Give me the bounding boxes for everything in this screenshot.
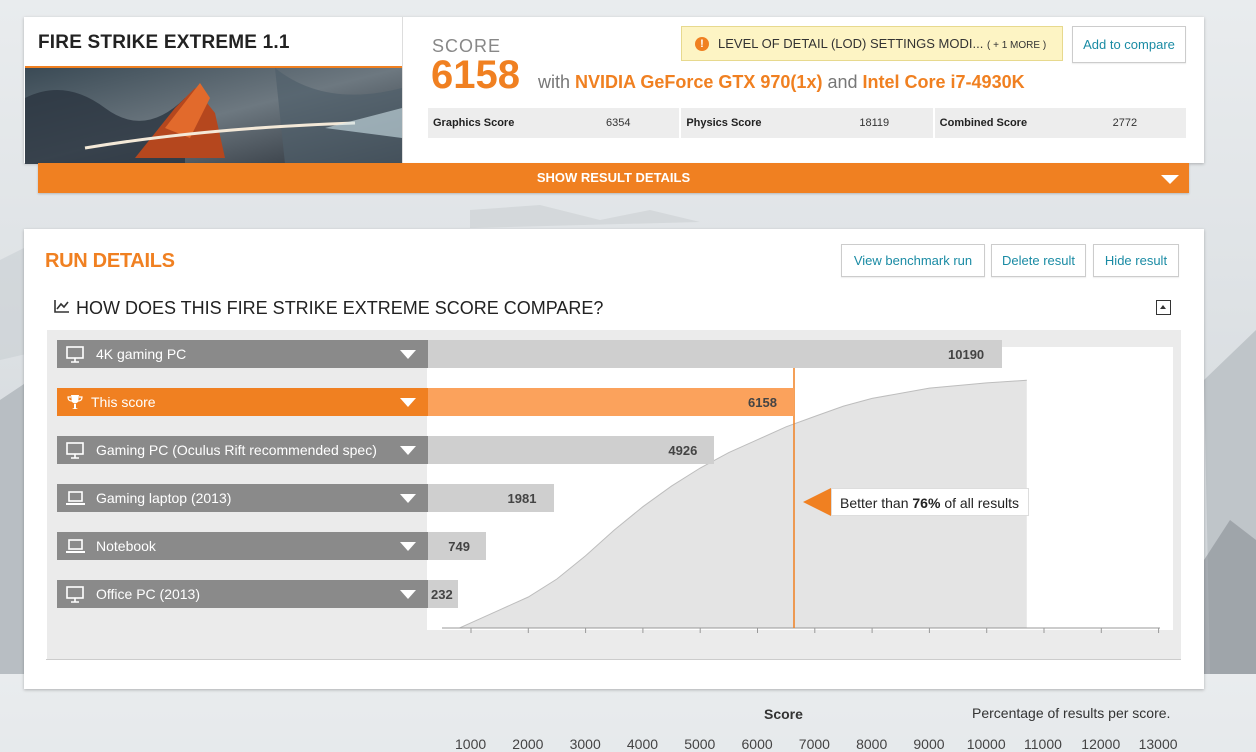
x-tick-label: 2000 [512,736,544,752]
percentile-value: 76% [912,495,941,511]
bar-value-label: 1981 [507,491,537,506]
chevron-down-icon[interactable] [400,590,416,599]
view-benchmark-run-button[interactable]: View benchmark run [841,244,985,277]
x-tick-label: 1000 [455,736,487,752]
row-name: 4K gaming PC [96,346,187,362]
comparison-row-label[interactable]: Notebook [57,532,428,560]
chevron-down-icon[interactable] [400,446,416,455]
physics-score: Physics Score 18119 [681,108,933,138]
compare-title: HOW DOES THIS FIRE STRIKE EXTREME SCORE … [76,298,604,318]
desktop-icon [66,346,84,363]
comparison-bar: 232 [428,580,458,608]
comparison-row-label[interactable]: This score [57,388,428,416]
delete-result-button[interactable]: Delete result [991,244,1086,277]
distribution-label: Percentage of results per score. [972,705,1171,721]
subscore-name: Physics Score [686,117,762,129]
show-details-label: SHOW RESULT DETAILS [536,170,691,185]
with-text: with [538,72,571,92]
bar-value-label: 4926 [668,443,698,458]
run-details-title: RUN DETAILS [45,250,175,272]
chevron-down-icon[interactable] [400,350,416,359]
warning-icon: ! [695,37,709,51]
x-tick-label: 8000 [856,736,888,752]
x-tick-label: 3000 [569,736,601,752]
combined-score: Combined Score 2772 [934,108,1186,138]
desktop-icon [66,586,84,603]
benchmark-hero-image [25,66,402,164]
subscores-row: Graphics Score 6354 Physics Score 18119 … [428,108,1186,138]
divider [402,17,403,163]
row-name: Office PC (2013) [96,586,201,602]
run-details-card: RUN DETAILS View benchmark run Delete re… [24,229,1204,752]
bar-value-label: 6158 [748,395,777,410]
x-tick-label: 13000 [1138,736,1178,752]
row-name: Notebook [96,538,156,554]
chevron-down-icon[interactable] [400,542,416,551]
gpu-name[interactable]: NVIDIA GeForce GTX 970(1x) [575,72,822,92]
comparison-bar: 1981 [428,484,554,512]
graphics-score: Graphics Score 6354 [428,108,680,138]
chevron-down-icon[interactable] [400,494,416,503]
chevron-down-icon [1161,175,1179,184]
bar-value-label: 749 [448,539,470,554]
percentile-text: Better than 76% of all results [840,495,1019,511]
trophy-icon [67,395,83,409]
comparison-bar: 749 [428,532,487,560]
percentile-after: of all results [944,495,1020,511]
subscore-name: Combined Score [939,117,1028,129]
comparison-row-label[interactable]: Office PC (2013) [57,580,428,608]
comparison-bar: 10190 [428,340,1002,368]
chevron-down-icon[interactable] [400,398,416,407]
desktop-icon [66,442,84,459]
score-value: 6158 [431,53,520,97]
divider [46,659,1181,660]
cpu-name[interactable]: Intel Core i7-4930K [863,72,1025,92]
row-name: Gaming PC (Oculus Rift recommended spec) [96,442,377,458]
lod-warning-box[interactable]: ! LEVEL OF DETAIL (LOD) SETTINGS MODI...… [681,26,1063,61]
row-name: Gaming laptop (2013) [96,490,232,506]
score-comparison-chart: 4K gaming PC 10190 This score 6158 Gaming PC… [47,330,1181,752]
x-tick-label: 10000 [966,736,1006,752]
subscore-name: Graphics Score [433,117,515,129]
laptop-icon [66,491,85,505]
comparison-row-label[interactable]: Gaming laptop (2013) [57,484,428,512]
laptop-icon [66,539,85,553]
result-card: FIRE STRIKE EXTREME 1.1 SCORE 6158 with … [24,17,1204,164]
x-tick-label: 7000 [798,736,830,752]
line-chart-icon [54,300,69,313]
x-tick-label: 12000 [1081,736,1121,752]
percentile-before: Better than [840,495,909,511]
hero-artwork [25,68,402,164]
x-tick-label: 6000 [741,736,773,752]
hardware-line: with NVIDIA GeForce GTX 970(1x) and Inte… [538,72,1025,93]
and-text: and [827,72,858,92]
row-name: This score [91,394,156,410]
warning-text: LEVEL OF DETAIL (LOD) SETTINGS MODI... [718,36,984,51]
x-tick-label: 11000 [1024,736,1062,752]
collapse-icon[interactable] [1156,300,1171,315]
compare-section-header[interactable]: HOW DOES THIS FIRE STRIKE EXTREME SCORE … [46,295,1181,329]
subscore-value: 18119 [859,117,890,129]
comparison-row-label[interactable]: 4K gaming PC [57,340,428,368]
bar-value-label: 232 [431,587,453,602]
comparison-bar: 6158 [428,388,794,416]
subscore-value: 6354 [606,117,631,129]
benchmark-title: FIRE STRIKE EXTREME 1.1 [38,32,290,53]
warning-more-link[interactable]: ( + 1 MORE ) [987,40,1046,51]
x-axis-label: Score [764,706,803,722]
show-result-details-button[interactable]: SHOW RESULT DETAILS [38,163,1189,193]
comparison-row-label[interactable]: Gaming PC (Oculus Rift recommended spec) [57,436,428,464]
add-to-compare-button[interactable]: Add to compare [1072,26,1186,63]
warning-message: LEVEL OF DETAIL (LOD) SETTINGS MODI... (… [718,36,1046,51]
comparison-bar: 4926 [428,436,715,464]
x-tick-label: 5000 [684,736,716,752]
percentile-callout: Better than 76% of all results [803,488,1029,516]
subscore-value: 2772 [1112,117,1138,129]
bar-value-label: 10190 [948,347,985,362]
x-tick-label: 9000 [913,736,945,752]
x-tick-label: 4000 [626,736,659,752]
hide-result-button[interactable]: Hide result [1093,244,1179,277]
